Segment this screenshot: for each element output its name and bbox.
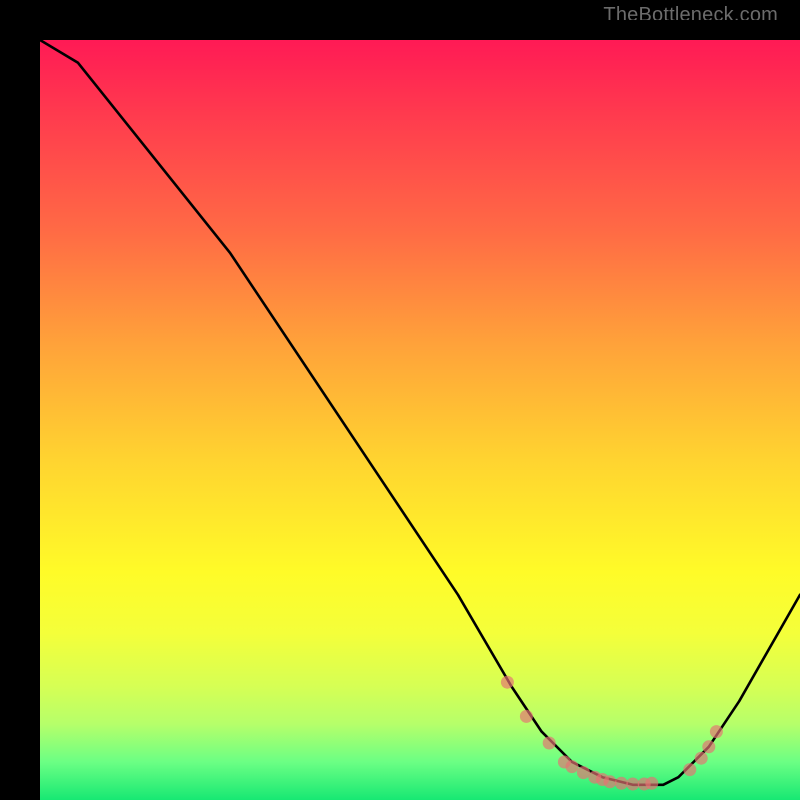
plot-area bbox=[40, 40, 800, 800]
marker-dot bbox=[543, 737, 556, 750]
curve-layer bbox=[40, 40, 800, 800]
optimal-range-markers bbox=[501, 676, 723, 791]
marker-dot bbox=[683, 763, 696, 776]
chart-frame bbox=[20, 20, 780, 780]
marker-dot bbox=[702, 740, 715, 753]
marker-dot bbox=[604, 775, 617, 788]
marker-dot bbox=[695, 752, 708, 765]
marker-dot bbox=[520, 710, 533, 723]
marker-dot bbox=[566, 760, 579, 773]
marker-dot bbox=[645, 777, 658, 790]
marker-dot bbox=[501, 676, 514, 689]
bottleneck-curve bbox=[40, 40, 800, 785]
marker-dot bbox=[615, 777, 628, 790]
marker-dot bbox=[710, 725, 723, 738]
marker-dot bbox=[577, 766, 590, 779]
marker-dot bbox=[626, 778, 639, 791]
